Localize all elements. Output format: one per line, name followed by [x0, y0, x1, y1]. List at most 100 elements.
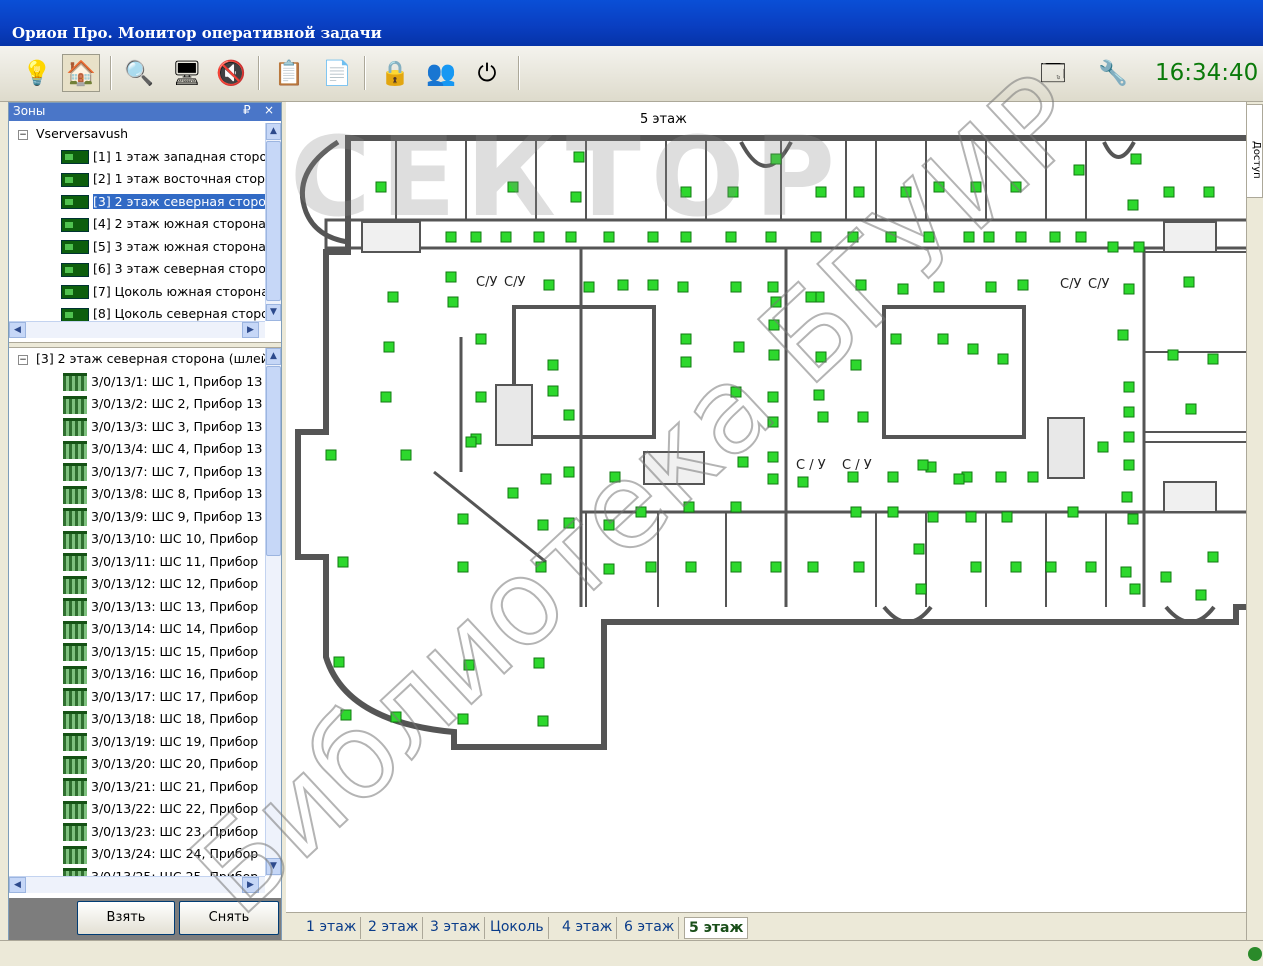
home-icon[interactable]: 🏠 — [62, 54, 100, 92]
device-item[interactable]: 3/0/13/15: ШС 15, Прибор — [9, 641, 265, 664]
lightbulb-icon[interactable]: 💡 — [18, 54, 56, 92]
sensor-icon — [983, 231, 995, 243]
floor-tab[interactable]: 2 этаж — [364, 917, 424, 939]
sensor-icon — [573, 151, 585, 163]
floor-plan-canvas[interactable]: С/У С/У С/У С/У С / У С / У — [286, 102, 1263, 912]
sensor-icon — [1001, 511, 1013, 523]
zones-tree-root[interactable]: − Vserversavush — [9, 123, 265, 146]
zone-item[interactable]: [5] 3 этаж южная сторона — [9, 236, 265, 259]
device-item[interactable]: 3/0/13/4: ШС 4, Прибор 1З — [9, 438, 265, 461]
sensor-icon — [647, 231, 659, 243]
zones-vscroll[interactable]: ▲ ▼ — [265, 123, 281, 321]
floor-tab[interactable]: 3 этаж — [426, 917, 486, 939]
device-item[interactable]: 3/0/13/8: ШС 8, Прибор 1З — [9, 483, 265, 506]
zone-item[interactable]: [8] Цоколь северная сторо — [9, 303, 265, 321]
sensor-icon — [537, 715, 549, 727]
power-icon[interactable]: ⏻ — [468, 54, 506, 92]
device-item[interactable]: 3/0/13/3: ШС 3, Прибор 1З — [9, 416, 265, 439]
zones-hscroll[interactable]: ◀ ▶ — [9, 321, 265, 338]
device-item[interactable]: 3/0/13/23: ШС 23, Прибор — [9, 821, 265, 844]
sensor-icon — [1130, 153, 1142, 165]
zone-item[interactable]: [3] 2 этаж северная сторо — [9, 191, 265, 214]
devices-tree-root[interactable]: − [3] 2 этаж северная сторона (шлей — [9, 348, 265, 371]
sensor-icon — [850, 359, 862, 371]
scroll-up-icon[interactable]: ▲ — [266, 348, 281, 365]
device-item[interactable]: 3/0/13/11: ШС 11, Прибор — [9, 551, 265, 574]
sensor-icon — [855, 279, 867, 291]
sensor-icon — [730, 281, 742, 293]
zones-tree: − Vserversavush [1] 1 этаж западная сторо [… — [9, 123, 265, 321]
clipboard-icon[interactable]: 📄 — [318, 54, 356, 92]
clipboard-export-icon[interactable]: 📋 — [270, 54, 308, 92]
zone-item[interactable]: [7] Цоколь южная сторона — [9, 281, 265, 304]
scroll-up-icon[interactable]: ▲ — [266, 123, 281, 140]
sensor-icon — [730, 386, 742, 398]
sensor-icon — [565, 231, 577, 243]
users-icon[interactable]: 👥 — [422, 54, 460, 92]
take-button[interactable]: Взять — [77, 901, 175, 935]
sound-off-icon[interactable]: 🔇 — [212, 54, 250, 92]
lock-icon[interactable]: 🔒 — [376, 54, 414, 92]
sensor-icon — [853, 561, 865, 573]
restroom-label: С / У — [796, 458, 826, 473]
close-icon[interactable]: × — [264, 103, 274, 117]
monitor-search-icon[interactable]: 🔍 — [120, 54, 158, 92]
scroll-left-icon[interactable]: ◀ — [9, 877, 26, 893]
device-item[interactable]: 3/0/13/12: ШС 12, Прибор — [9, 573, 265, 596]
sensor-icon — [768, 349, 780, 361]
pc-card-icon[interactable]: 🖥 — [168, 54, 206, 92]
device-item[interactable]: 3/0/13/1: ШС 1, Прибор 1З — [9, 371, 265, 394]
devices-scroll-thumb[interactable] — [266, 366, 281, 556]
zones-scroll-thumb[interactable] — [266, 141, 281, 301]
atrium — [512, 305, 656, 439]
release-button[interactable]: Снять — [179, 901, 279, 935]
scroll-down-icon[interactable]: ▼ — [266, 304, 281, 321]
scroll-right-icon[interactable]: ▶ — [242, 877, 259, 893]
device-item[interactable]: 3/0/13/2: ШС 2, Прибор 1З — [9, 393, 265, 416]
floor-tab[interactable]: Цоколь — [486, 917, 549, 939]
device-item[interactable]: 3/0/13/14: ШС 14, Прибор — [9, 618, 265, 641]
device-item[interactable]: 3/0/13/20: ШС 20, Прибор — [9, 753, 265, 776]
devices-hscroll[interactable]: ◀ ▶ — [9, 876, 265, 893]
clock: 16:34:40 — [1155, 60, 1259, 86]
devices-vscroll[interactable]: ▲ ▼ — [265, 348, 281, 876]
device-item[interactable]: 3/0/13/16: ШС 16, Прибор — [9, 663, 265, 686]
device-item[interactable]: 3/0/13/24: ШС 24, Прибор — [9, 843, 265, 866]
device-item[interactable]: 3/0/13/19: ШС 19, Прибор — [9, 731, 265, 754]
device-item[interactable]: 3/0/13/7: ШС 7, Прибор 1З — [9, 461, 265, 484]
device-item[interactable]: 3/0/13/21: ШС 21, Прибор — [9, 776, 265, 799]
device-item[interactable]: 3/0/13/17: ШС 17, Прибор — [9, 686, 265, 709]
scroll-down-icon[interactable]: ▼ — [266, 858, 281, 875]
zone-item[interactable]: [6] 3 этаж северная сторо — [9, 258, 265, 281]
floor-tab[interactable]: 4 этаж — [558, 917, 618, 939]
collapse-icon[interactable]: − — [18, 129, 28, 140]
device-item[interactable]: 3/0/13/18: ШС 18, Прибор — [9, 708, 265, 731]
toolbar-separator — [258, 56, 260, 90]
window-title: Орион Про. Монитор оперативной задачи — [12, 24, 382, 42]
zone-item[interactable]: [1] 1 этаж западная сторо — [9, 146, 265, 169]
pin-icon[interactable]: ₽ — [243, 103, 251, 117]
device-item-label: 3/0/13/24: ШС 24, Прибор — [91, 846, 259, 861]
device-item-label: 3/0/13/17: ШС 17, Прибор — [91, 688, 259, 704]
zone-icon — [61, 285, 89, 299]
staircase — [361, 221, 421, 253]
floor-tab[interactable]: 1 этаж — [302, 917, 362, 939]
device-item[interactable]: 3/0/13/22: ШС 22, Прибор — [9, 798, 265, 821]
sensor-icon — [1183, 276, 1195, 288]
device-item[interactable]: 3/0/13/10: ШС 10, Прибор — [9, 528, 265, 551]
device-item[interactable]: 3/0/13/25: ШС 25, Прибор — [9, 866, 265, 876]
scroll-right-icon[interactable]: ▶ — [242, 322, 259, 338]
collapse-icon[interactable]: − — [18, 354, 28, 365]
device-item[interactable]: 3/0/13/9: ШС 9, Прибор 1З — [9, 506, 265, 529]
tools-icon[interactable]: 🔧 — [1094, 54, 1132, 92]
windows-icon[interactable]: 🗔 — [1034, 54, 1072, 92]
sensor-icon — [1085, 561, 1097, 573]
zone-item[interactable]: [2] 1 этаж восточная сторо — [9, 168, 265, 191]
zone-item[interactable]: [4] 2 этаж южная сторона — [9, 213, 265, 236]
access-side-tab[interactable]: Доступ — [1246, 104, 1263, 198]
scroll-left-icon[interactable]: ◀ — [9, 322, 26, 338]
floor-tab[interactable]: 6 этаж — [620, 917, 680, 939]
floor-tab[interactable]: 5 этаж — [684, 917, 749, 939]
device-item[interactable]: 3/0/13/13: ШС 13, Прибор — [9, 596, 265, 619]
status-bar — [0, 940, 1263, 966]
